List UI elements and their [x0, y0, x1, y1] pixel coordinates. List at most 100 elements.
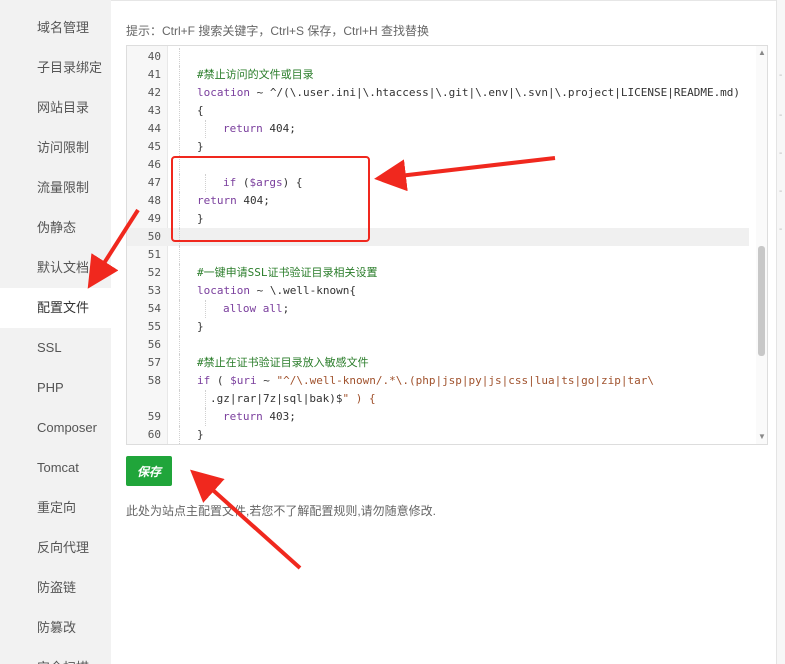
sidebar-item[interactable]: 默认文档 [0, 248, 111, 288]
sidebar-item[interactable]: 流量限制 [0, 168, 111, 208]
editor-scrollbar[interactable]: ▲ ▼ [756, 46, 767, 444]
sidebar-item[interactable]: 重定向 [0, 488, 111, 528]
indent-guide [205, 174, 206, 192]
line-number: 54 [147, 302, 161, 315]
save-button[interactable]: 保存 [126, 456, 172, 486]
line-number: 55 [147, 320, 161, 333]
line-number: 42 [147, 86, 161, 99]
code-line[interactable]: 57 #禁止在证书验证目录放入敏感文件 [127, 354, 749, 372]
sidebar-item[interactable]: 子目录绑定 [0, 48, 111, 88]
code-text: { [197, 104, 204, 117]
code-text: if ( $uri ~ "^/\.well-known/.*\.(php|jsp… [197, 374, 654, 387]
code-line[interactable]: .gz|rar|7z|sql|bak)$" ) { [127, 390, 749, 408]
line-number: 48 [147, 194, 161, 207]
code-line[interactable]: 55} [127, 318, 749, 336]
code-line[interactable]: 60} [127, 426, 749, 444]
config-warning-note: 此处为站点主配置文件,若您不了解配置规则,请勿随意修改. [126, 504, 437, 518]
scrollbar-thumb[interactable] [758, 246, 765, 356]
code-line[interactable]: 59 return 403; [127, 408, 749, 426]
indent-guide [179, 264, 180, 282]
sidebar-item[interactable]: PHP [0, 368, 111, 408]
indent-guide [179, 228, 180, 246]
sidebar-item[interactable]: Tomcat [0, 448, 111, 488]
code-line[interactable]: 46 [127, 156, 749, 174]
sidebar: 域名管理 子目录绑定 网站目录 访问限制 流量限制 伪静态 默认文档 配置文件 SSL PHP Co… [0, 0, 111, 664]
indent-guide [179, 426, 180, 444]
code-line[interactable]: 50 [127, 228, 749, 246]
sidebar-item[interactable]: 防篡改 [0, 608, 111, 648]
sidebar-item[interactable]: Composer [0, 408, 111, 448]
indent-guide [179, 138, 180, 156]
config-editor[interactable]: ▲ ▼ 40 41 #禁止访问的文件或目录 42 location ~ ^/(\.use… [126, 45, 768, 445]
code-text: return 404; [223, 122, 296, 135]
code-line[interactable]: 40 [127, 48, 749, 66]
indent-guide [179, 300, 180, 318]
line-number: 49 [147, 212, 161, 225]
code-text: location ~ \.well-known{ [197, 284, 356, 297]
code-text: } [197, 320, 204, 333]
code-text: .gz|rar|7z|sql|bak)$" ) { [210, 392, 376, 405]
edge-mark-icon: - [779, 70, 783, 81]
sidebar-item[interactable]: 反向代理 [0, 528, 111, 568]
code-line[interactable]: 56 [127, 336, 749, 354]
scroll-down-icon[interactable]: ▼ [758, 432, 766, 441]
indent-guide [179, 66, 180, 84]
indent-guide [179, 192, 180, 210]
code-line[interactable]: 53 location ~ \.well-known{ [127, 282, 749, 300]
code-line[interactable]: 43 { [127, 102, 749, 120]
code-line[interactable]: 41 #禁止访问的文件或目录 [127, 66, 749, 84]
code-line[interactable]: 47 if ($args) { [127, 174, 749, 192]
code-line[interactable]: 54 allow all; [127, 300, 749, 318]
indent-guide [179, 102, 180, 120]
indent-guide [205, 300, 206, 318]
code-text: return 404; [197, 194, 270, 207]
line-number: 60 [147, 428, 161, 441]
code-line[interactable]: 42 location ~ ^/(\.user.ini|\.htaccess|\.… [127, 84, 749, 102]
indent-guide [205, 390, 206, 408]
sidebar-item[interactable]: 访问限制 [0, 128, 111, 168]
code-text: } [197, 428, 204, 441]
code-line[interactable]: 52 #一键申请SSL证书验证目录相关设置 [127, 264, 749, 282]
top-divider [111, 0, 776, 1]
indent-guide [179, 48, 180, 66]
scroll-up-icon[interactable]: ▲ [758, 48, 766, 57]
code-line[interactable]: 51 [127, 246, 749, 264]
code-text: allow all; [223, 302, 290, 315]
line-number: 40 [147, 50, 161, 63]
code-line[interactable]: 49} [127, 210, 749, 228]
edge-mark-icon: - [779, 186, 783, 197]
sidebar-item[interactable]: 安全扫描 [0, 648, 111, 664]
indent-guide [179, 282, 180, 300]
sidebar-item[interactable]: 配置文件 [0, 288, 111, 328]
edge-mark-icon: - [779, 110, 783, 121]
indent-guide [179, 174, 180, 192]
code-line[interactable]: 45} [127, 138, 749, 156]
sidebar-item[interactable]: 网站目录 [0, 88, 111, 128]
code-line[interactable]: 58 if ( $uri ~ "^/\.well-known/.*\.(php|j… [127, 372, 749, 390]
indent-guide [205, 120, 206, 138]
code-text: return 403; [223, 410, 296, 423]
indent-guide [179, 120, 180, 138]
code-text: } [197, 212, 204, 225]
sidebar-item[interactable]: 伪静态 [0, 208, 111, 248]
code-line[interactable]: 44 return 404; [127, 120, 749, 138]
indent-guide [179, 336, 180, 354]
line-number: 41 [147, 68, 161, 81]
indent-guide [179, 354, 180, 372]
code-line[interactable]: 48 return 404; [127, 192, 749, 210]
indent-guide [179, 210, 180, 228]
line-number: 56 [147, 338, 161, 351]
indent-guide [179, 372, 180, 390]
sidebar-item[interactable]: 防盗链 [0, 568, 111, 608]
edge-mark-icon: - [779, 224, 783, 235]
sidebar-item[interactable]: SSL [0, 328, 111, 368]
line-number: 44 [147, 122, 161, 135]
sidebar-item[interactable]: 域名管理 [0, 8, 111, 48]
line-number: 50 [147, 230, 161, 243]
indent-guide [179, 156, 180, 174]
indent-guide [179, 408, 180, 426]
line-number: 45 [147, 140, 161, 153]
code-text: #禁止在证书验证目录放入敏感文件 [197, 356, 369, 369]
line-number: 58 [147, 374, 161, 387]
indent-guide [179, 246, 180, 264]
